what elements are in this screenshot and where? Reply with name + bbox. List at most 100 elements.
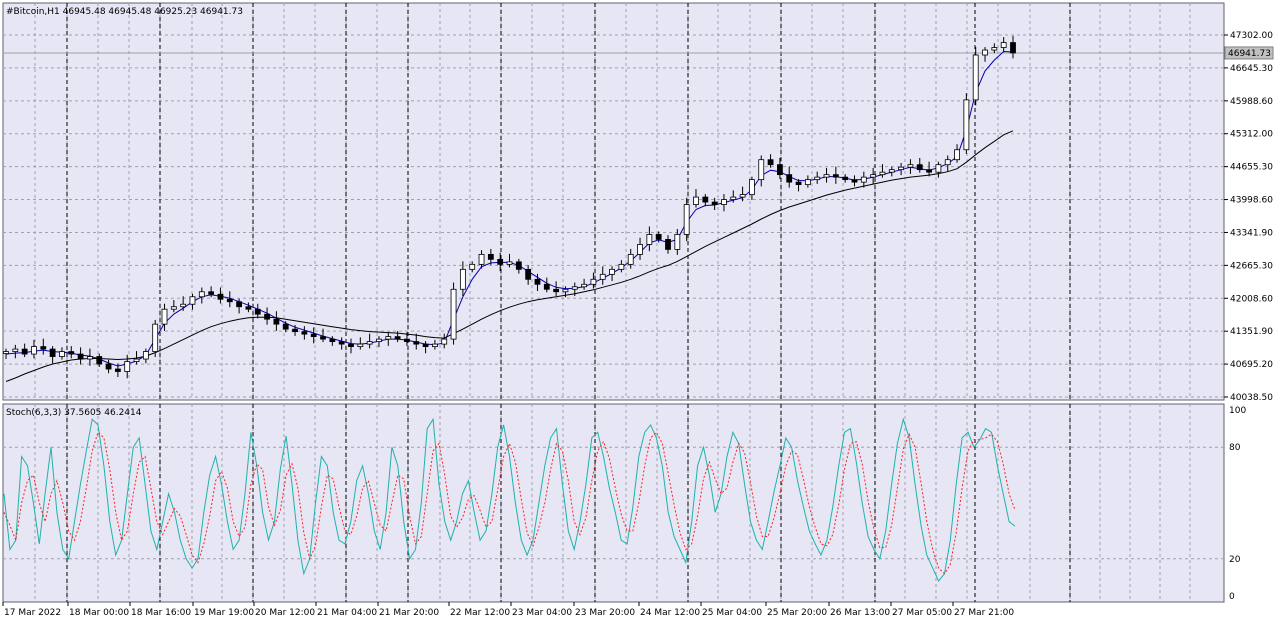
candle-body: [1010, 42, 1016, 54]
main-pane-background: [2, 2, 1225, 401]
candle-body: [543, 283, 550, 290]
candle-body: [40, 346, 47, 350]
candle-body: [618, 263, 625, 270]
candle-body: [376, 338, 382, 343]
candle-body: [562, 288, 569, 293]
candle-body: [217, 293, 224, 300]
time-axis[interactable]: 17 Mar 2022 18 Mar 00:00 18 Mar 16:00 19 Ma…: [2, 602, 1014, 618]
chart-canvas: 47302.00 46645.30 45988.60 45312.00 44655.30…: [2, 2, 1274, 618]
candle-body: [935, 164, 942, 173]
candle-body: [469, 263, 476, 270]
candle-body: [590, 278, 597, 285]
candle-body: [320, 336, 326, 340]
stoch-tick-label: 80: [1229, 443, 1241, 453]
candle-body: [730, 196, 737, 200]
candle-body: [553, 288, 560, 293]
candle-body: [972, 54, 979, 101]
candle-body: [226, 298, 233, 303]
candle-body: [693, 196, 699, 205]
candle-body: [655, 234, 662, 240]
candle-body: [683, 204, 690, 235]
candle-body: [264, 313, 270, 320]
trading-chart: 47302.00 46645.30 45988.60 45312.00 44655.30…: [0, 0, 1276, 623]
candle-body: [749, 179, 755, 195]
candle-body: [59, 351, 65, 357]
candle-body: [795, 181, 802, 186]
candle-body: [842, 176, 849, 181]
candle-body: [68, 351, 75, 355]
time-tick-label: 26 Mar 13:00: [830, 608, 890, 618]
candle-body: [665, 239, 671, 250]
price-axis[interactable]: 47302.00 46645.30 45988.60 45312.00 44655.30…: [1224, 31, 1273, 403]
candle-body: [581, 283, 587, 288]
candle-body: [776, 164, 783, 176]
time-tick-label: 23 Mar 20:00: [575, 608, 635, 618]
candle-body: [282, 323, 289, 330]
candle-body: [441, 338, 448, 345]
stochastic-axis: 100 80 20 0: [1229, 406, 1246, 602]
time-tick-label: 20 Mar 12:00: [255, 608, 315, 618]
time-tick-label: 19 Mar 19:00: [194, 608, 254, 618]
price-tick-label: 41351.90: [1230, 327, 1273, 337]
candle-body: [404, 338, 410, 343]
candle-body: [646, 234, 653, 245]
price-tick-label: 44655.30: [1230, 163, 1273, 173]
price-tick-label: 42665.30: [1230, 261, 1273, 271]
candle-body: [898, 166, 905, 171]
candle-body: [152, 323, 159, 352]
candle-body: [916, 164, 923, 171]
candle-body: [180, 303, 187, 308]
candle-body: [273, 318, 280, 325]
candle-body: [525, 268, 532, 280]
candle-body: [142, 351, 149, 360]
stoch-tick-label: 20: [1229, 555, 1241, 565]
candle-body: [627, 253, 634, 265]
candle-body: [879, 171, 886, 176]
candle-body: [1000, 42, 1007, 48]
candle-body: [245, 306, 252, 310]
candle-body: [534, 278, 541, 285]
price-tick-label: 40695.20: [1230, 360, 1273, 370]
time-tick-label: 18 Mar 16:00: [131, 608, 191, 618]
candle-body: [860, 176, 867, 183]
candle-body: [49, 348, 56, 357]
candle-body: [338, 341, 345, 345]
candle-body: [478, 253, 485, 265]
candle-body: [77, 353, 84, 360]
candle-body: [96, 356, 103, 365]
candle-body: [394, 336, 401, 340]
candle-body: [189, 296, 196, 305]
candle-body: [3, 351, 9, 354]
candle-body: [758, 159, 765, 181]
candle-body: [21, 348, 28, 355]
price-tick-label: 47302.00: [1230, 31, 1273, 41]
candle-body: [357, 343, 364, 347]
candle-body: [832, 174, 839, 178]
candle-body: [991, 47, 998, 51]
candle-body: [609, 268, 615, 275]
time-tick-label: 22 Mar 12:00: [450, 608, 510, 618]
stoch-tick-label: 0: [1229, 592, 1235, 602]
candle-body: [926, 169, 932, 173]
candle-body: [105, 363, 112, 370]
candle-body: [114, 368, 121, 372]
candle-body: [310, 333, 317, 338]
candle-body: [814, 176, 821, 181]
candle-body: [786, 174, 793, 183]
time-tick-label: 25 Mar 04:00: [702, 608, 762, 618]
candle-body: [31, 346, 37, 355]
time-tick-label: 27 Mar 21:00: [954, 608, 1014, 618]
candle-body: [208, 291, 215, 295]
candle-body: [329, 338, 336, 343]
candle-body: [292, 328, 298, 333]
price-tick-label: 40038.50: [1230, 393, 1273, 403]
candle-body: [413, 341, 420, 345]
time-tick-label: 18 Mar 00:00: [69, 608, 129, 618]
candle-body: [422, 343, 429, 347]
candle-body: [739, 194, 746, 198]
candle-body: [711, 201, 718, 205]
time-tick-label: 17 Mar 2022: [4, 608, 61, 618]
candle-body: [254, 308, 261, 315]
candle-body: [851, 179, 858, 183]
candle-body: [571, 286, 578, 290]
